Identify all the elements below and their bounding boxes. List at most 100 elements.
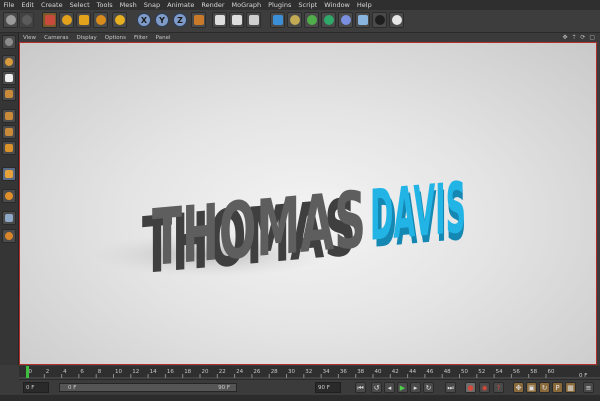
move-icon — [62, 15, 72, 25]
edges-mode-button[interactable] — [2, 125, 16, 139]
undo-button[interactable] — [3, 12, 18, 28]
menu-tools[interactable]: Tools — [93, 1, 116, 9]
timeline-tick-label: 48 — [444, 369, 451, 375]
viewport-menu-cameras[interactable]: Cameras — [40, 35, 72, 41]
snap-button[interactable] — [2, 211, 16, 225]
menu-edit[interactable]: Edit — [18, 1, 38, 9]
key-scale-button[interactable]: ▣ — [526, 382, 537, 393]
menu-create[interactable]: Create — [37, 1, 66, 9]
cube-icon — [273, 15, 283, 25]
camera-icon — [375, 15, 385, 25]
add-button[interactable] — [112, 12, 127, 28]
keyframe-selection-button[interactable]: ? — [493, 382, 504, 393]
deformer-button[interactable] — [338, 12, 353, 28]
playhead-marker[interactable] — [26, 366, 29, 378]
pla-key-icon: ▦ — [567, 384, 574, 392]
timeline-tick-label: 2 — [46, 369, 50, 375]
autokey-icon: ◉ — [481, 384, 488, 392]
timeline-tick-label: 58 — [530, 369, 537, 375]
x-axis-toggle[interactable]: X — [137, 13, 151, 27]
undo-icon — [6, 15, 16, 25]
render-picture-viewer-button[interactable] — [229, 12, 244, 28]
timeline-tick-label: 28 — [271, 369, 278, 375]
menu-plugins[interactable]: Plugins — [265, 1, 295, 9]
render-view-button[interactable] — [212, 12, 227, 28]
scale-button[interactable] — [76, 12, 91, 28]
environment-button[interactable] — [355, 12, 370, 28]
menu-file[interactable]: File — [0, 1, 18, 9]
preview-range-slider[interactable]: 0 F 90 F — [59, 383, 237, 392]
perspective-viewport[interactable]: THOMAS DAVIS THOMAS DAVIS — [19, 42, 597, 365]
viewport-menu-view[interactable]: View — [19, 35, 40, 41]
next-frame-button[interactable]: ▸ — [410, 382, 421, 393]
previous-frame-button[interactable]: ◂ — [384, 382, 395, 393]
edges-icon — [5, 128, 13, 136]
timeline-menu-button[interactable]: ≡ — [583, 382, 594, 393]
viewport-navigation-icons[interactable]: ✥ ⇡ ⟳ ▢ — [559, 34, 600, 41]
menu-mesh[interactable]: Mesh — [116, 1, 140, 9]
lock-workplane-button[interactable] — [2, 229, 16, 243]
viewport-menu-display[interactable]: Display — [73, 35, 101, 41]
enable-axis-button[interactable] — [2, 167, 16, 181]
menu-snap[interactable]: Snap — [140, 1, 163, 9]
redo-button[interactable] — [19, 12, 34, 28]
camera-button[interactable] — [372, 12, 387, 28]
menu-window[interactable]: Window — [321, 1, 354, 9]
previous-key-button[interactable]: ↺ — [371, 382, 382, 393]
workplane-button[interactable] — [2, 87, 16, 101]
lock-icon — [5, 232, 13, 240]
z-axis-toggle[interactable]: Z — [173, 13, 187, 27]
light-button[interactable] — [389, 12, 404, 28]
timeline-tick-label: 14 — [150, 369, 157, 375]
live-selection-button[interactable] — [42, 12, 57, 28]
subdivision-button[interactable] — [304, 12, 319, 28]
play-forward-button[interactable]: ▶ — [397, 382, 408, 393]
timeline-tick-label: 40 — [375, 369, 382, 375]
key-position-button[interactable]: ✥ — [513, 382, 524, 393]
array-icon — [324, 15, 334, 25]
key-rotation-button[interactable]: ↻ — [539, 382, 550, 393]
menu-select[interactable]: Select — [66, 1, 93, 9]
go-to-end-button[interactable]: ⏭ — [445, 382, 456, 393]
array-button[interactable] — [321, 12, 336, 28]
current-frame-field[interactable]: 0 F — [23, 382, 49, 393]
redo-icon — [22, 15, 32, 25]
menu-animate[interactable]: Animate — [164, 1, 198, 9]
texture-mode-button[interactable] — [2, 71, 16, 85]
key-parameter-button[interactable]: P — [552, 382, 563, 393]
autokeying-button[interactable]: ◉ — [479, 382, 490, 393]
end-frame-field[interactable]: 90 F — [315, 382, 341, 393]
timeline-tick-label: 46 — [426, 369, 433, 375]
render-settings-button[interactable] — [246, 12, 261, 28]
key-pla-button[interactable]: ▦ — [565, 382, 576, 393]
cube-button[interactable] — [270, 12, 285, 28]
timeline-tick-label: 34 — [323, 369, 330, 375]
spline-button[interactable] — [287, 12, 302, 28]
rotate-button[interactable] — [93, 12, 108, 28]
menu-icon: ≡ — [585, 384, 592, 392]
next-key-button[interactable]: ↻ — [423, 382, 434, 393]
menu-render[interactable]: Render — [198, 1, 228, 9]
move-button[interactable] — [59, 12, 74, 28]
prev-key-icon: ↺ — [373, 384, 380, 392]
coordinate-system-button[interactable] — [191, 12, 206, 28]
range-start-label: 0 F — [68, 385, 77, 391]
clapboard-icon — [232, 15, 242, 25]
menu-script[interactable]: Script — [295, 1, 321, 9]
record-active-objects-button[interactable]: ● — [465, 382, 476, 393]
viewport-menu-options[interactable]: Options — [101, 35, 130, 41]
menu-help[interactable]: Help — [353, 1, 375, 9]
go-to-start-button[interactable]: ⏮ — [355, 382, 366, 393]
tweak-mode-button[interactable] — [2, 189, 16, 203]
make-editable-button[interactable] — [2, 35, 16, 49]
points-mode-button[interactable] — [2, 109, 16, 123]
viewport-menu-filter[interactable]: Filter — [130, 35, 152, 41]
polygons-mode-button[interactable] — [2, 141, 16, 155]
model-mode-button[interactable] — [2, 55, 16, 69]
timeline-ruler[interactable]: 0 2 4 6 8 10 12 14 16 18 20 22 24 26 28 30 32 34 36 38 40 42 4… — [19, 366, 600, 379]
y-axis-toggle[interactable]: Y — [155, 13, 169, 27]
viewport-menu-panel[interactable]: Panel — [152, 35, 175, 41]
timeline-tick-label: 38 — [357, 369, 364, 375]
menu-mograph[interactable]: MoGraph — [228, 1, 265, 9]
checker-icon — [5, 74, 13, 82]
